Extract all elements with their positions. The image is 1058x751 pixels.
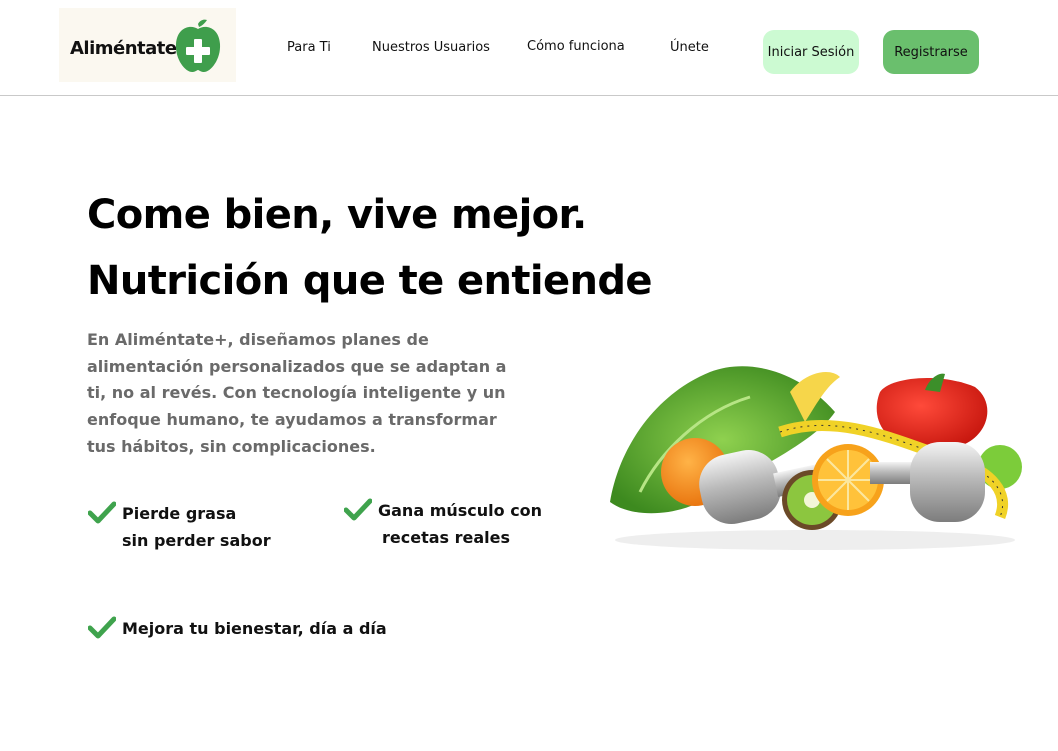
register-button[interactable]: Registrarse [883, 30, 979, 74]
feature-text: Gana músculo con recetas reales [378, 501, 543, 547]
nav-link-unete[interactable]: Únete [670, 40, 709, 55]
fruits-vegetables-dumbbells-image [610, 366, 1022, 550]
nav-link-nuestros-usuarios[interactable]: Nuestros Usuarios [372, 40, 490, 55]
feature-text: Mejora tu bienestar, día a día [122, 619, 387, 638]
feature-text: Pierde grasa sin perder sabor [122, 504, 271, 550]
check-icon [88, 616, 116, 639]
hero-description: En Aliméntate+, diseñamos planes de alim… [87, 330, 507, 456]
feature-item: Pierde grasa sin perder sabor [88, 501, 271, 554]
nav-link-para-ti[interactable]: Para Ti [287, 40, 331, 55]
hero-title-line2: Nutrición que te entiende [87, 258, 653, 304]
feature-item: Mejora tu bienestar, día a día [88, 616, 387, 643]
brand-name: Aliméntate [70, 38, 177, 59]
login-button[interactable]: Iniciar Sesión [763, 30, 859, 74]
nav-link-como-funciona[interactable]: Cómo funciona [527, 39, 625, 54]
hero-title-line1: Come bien, vive mejor. [87, 192, 587, 238]
apple-plus-icon [175, 19, 221, 73]
check-icon [88, 501, 116, 524]
feature-item: Gana músculo con recetas reales [344, 498, 542, 551]
check-icon [344, 498, 372, 521]
site-header: Aliméntate Para Ti Nuestros Usuarios Cóm… [0, 0, 1058, 96]
brand-logo[interactable]: Aliméntate [59, 8, 236, 82]
